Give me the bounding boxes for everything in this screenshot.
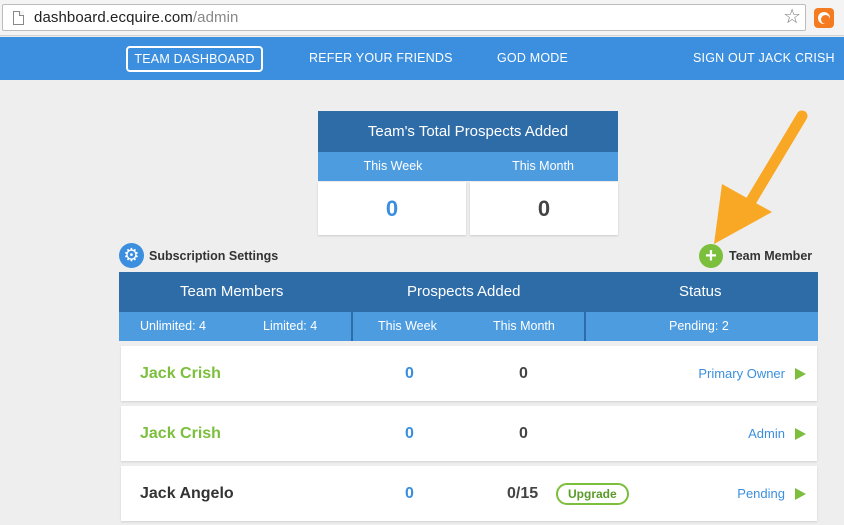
totals-this-month-value: 0	[470, 182, 618, 235]
extension-icon[interactable]	[814, 8, 834, 28]
totals-this-week-label: This Week	[363, 159, 423, 173]
column-divider	[351, 312, 353, 341]
totals-subheader: This Week This Month	[318, 152, 618, 181]
member-name[interactable]: Jack Crish	[140, 406, 221, 461]
member-month-count: 0	[519, 425, 528, 442]
status-header: Status	[679, 283, 722, 300]
gear-icon: ⚙	[119, 243, 144, 268]
upgrade-button[interactable]: Upgrade	[556, 483, 629, 505]
team-totals-card: Team's Total Prospects Added This Week T…	[318, 111, 618, 235]
page-icon	[13, 11, 24, 25]
totals-values: 0 0	[318, 182, 618, 235]
this-month-subheader: This Month	[493, 319, 555, 333]
url-host: dashboard.ecquire.com	[34, 9, 193, 26]
team-member-row[interactable]: Jack Crish 0 0 Admin	[121, 406, 817, 461]
subscription-settings-link[interactable]: ⚙ Subscription Settings	[119, 243, 278, 268]
member-name[interactable]: Jack Angelo	[140, 466, 234, 521]
member-status[interactable]: Primary Owner	[698, 346, 785, 401]
add-team-member-label: Team Member	[729, 248, 813, 263]
totals-title: Team's Total Prospects Added	[318, 111, 618, 152]
column-divider	[584, 312, 586, 341]
url-path: /admin	[192, 9, 239, 26]
totals-this-week-value: 0	[318, 182, 466, 235]
team-member-row[interactable]: Jack Crish 0 0 Primary Owner	[121, 346, 817, 401]
member-week-count: 0	[405, 365, 414, 382]
play-arrow-icon[interactable]	[795, 428, 806, 440]
nav-team-dashboard[interactable]: TEAM DASHBOARD	[126, 46, 263, 72]
unlimited-count: Unlimited: 4	[140, 319, 206, 333]
team-table-subheader: Unlimited: 4 Limited: 4 This Week This M…	[119, 312, 818, 341]
address-bar[interactable]: dashboard.ecquire.com/admin ☆	[2, 4, 806, 31]
nav-refer-friends[interactable]: REFER YOUR FRIENDS	[309, 37, 453, 80]
subscription-settings-label: Subscription Settings	[149, 248, 279, 263]
browser-bar: dashboard.ecquire.com/admin ☆	[0, 0, 844, 36]
member-week-count: 0	[405, 425, 414, 442]
play-arrow-icon[interactable]	[795, 488, 806, 500]
play-arrow-icon[interactable]	[795, 368, 806, 380]
bookmark-star-icon[interactable]: ☆	[783, 6, 801, 28]
nav-sign-out[interactable]: SIGN OUT JACK CRISH	[693, 37, 835, 80]
team-members-header: Team Members	[180, 283, 284, 300]
member-status[interactable]: Pending	[737, 466, 785, 521]
prospects-added-header: Prospects Added	[407, 283, 521, 300]
team-table-header: Team Members Prospects Added Status	[119, 272, 818, 312]
pending-count: Pending: 2	[669, 319, 729, 333]
member-month-count: 0/15	[507, 485, 539, 502]
nav-god-mode[interactable]: GOD MODE	[497, 37, 568, 80]
member-status[interactable]: Admin	[748, 406, 785, 461]
totals-this-month-label: This Month	[512, 159, 574, 173]
member-name[interactable]: Jack Crish	[140, 346, 221, 401]
this-week-subheader: This Week	[378, 319, 437, 333]
limited-count: Limited: 4	[263, 319, 318, 333]
team-member-row[interactable]: Jack Angelo 0 0/15 Upgrade Pending	[121, 466, 817, 521]
member-month-count: 0	[519, 365, 528, 382]
top-nav: TEAM DASHBOARD REFER YOUR FRIENDS GOD MO…	[0, 37, 844, 80]
annotation-arrow-icon	[714, 110, 808, 244]
url-text[interactable]: dashboard.ecquire.com/admin	[34, 9, 239, 26]
member-week-count: 0	[405, 485, 414, 502]
